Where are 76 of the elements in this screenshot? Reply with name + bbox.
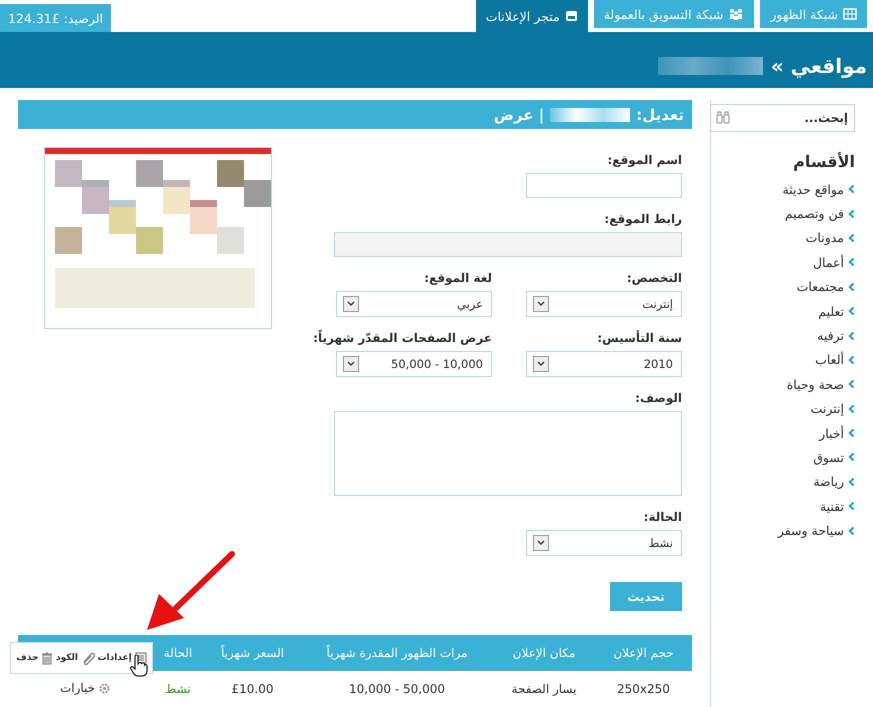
categories-heading: الأقسام — [793, 152, 855, 171]
category-link[interactable]: مواقع حديثة — [782, 182, 844, 197]
caret-icon — [343, 296, 359, 312]
category-link[interactable]: ترفيه — [817, 328, 844, 344]
chevron-icon — [848, 282, 855, 292]
chevron-icon — [848, 452, 855, 462]
caret-icon — [343, 356, 359, 372]
store-icon — [564, 10, 578, 22]
chevron-icon — [848, 404, 855, 414]
paperclip-icon — [80, 651, 95, 665]
category-link[interactable]: رياضة — [813, 474, 844, 490]
dropdown[interactable]: 50,000 - 10,000 — [336, 351, 492, 377]
category-link[interactable]: تعليم — [818, 304, 844, 319]
dropdown[interactable]: عربي — [336, 291, 492, 317]
category-link[interactable]: صحة وحياة — [786, 376, 844, 392]
field-label: رابط الموقع: — [604, 212, 682, 226]
column-header: مرات الظهور المقدرة شهرياً — [301, 635, 493, 671]
trash-icon — [41, 652, 54, 664]
field-label: الحالة: — [644, 510, 682, 524]
column-header: الحالة — [152, 635, 204, 671]
description-field[interactable] — [334, 411, 682, 496]
category-link[interactable]: تسوق — [813, 450, 844, 465]
chevron-icon — [848, 306, 855, 316]
table-cell: 10,000 - 50,000 — [301, 671, 493, 707]
caret-icon — [533, 356, 549, 372]
field-label: الوصف: — [635, 391, 682, 405]
category-link[interactable]: ألعاب — [815, 352, 844, 368]
chevron-icon — [848, 354, 855, 365]
chevron-icon — [848, 501, 855, 512]
caret-icon — [533, 296, 549, 312]
chevron-icon — [848, 208, 855, 219]
category-link[interactable]: إنترنت — [810, 401, 844, 416]
table-cell: £10.00 — [204, 671, 301, 707]
dropdown[interactable]: نشط — [526, 530, 682, 556]
field-label: عرض الصفحات المقدّر شهرياً: — [313, 331, 492, 345]
chevron-icon — [848, 379, 855, 390]
menu-item[interactable]: الكود — [56, 651, 95, 665]
edit-title: تعديل: — [636, 106, 684, 124]
menu-item[interactable]: حذف — [16, 652, 54, 664]
table-cell: 250x250 — [595, 671, 692, 707]
table-cell: يسار الصفحة — [493, 671, 595, 707]
category-link[interactable]: تقنية — [820, 498, 844, 514]
chevron-icon — [848, 526, 855, 536]
category-link[interactable]: أعمال — [812, 254, 844, 270]
column-header: مكان الإعلان — [493, 635, 595, 671]
input-field[interactable] — [526, 173, 682, 198]
balance-label: الرصيد: £124.31 — [0, 4, 112, 32]
dropdown[interactable]: 2010 — [526, 351, 682, 377]
category-link[interactable]: مجتمعات — [796, 279, 844, 294]
field-label: سنة التأسيس: — [597, 331, 682, 345]
binoculars-icon — [716, 111, 730, 124]
chevron-icon — [848, 257, 855, 268]
chevron-icon — [848, 330, 855, 341]
grid-icon — [843, 8, 857, 20]
gear-icon — [99, 682, 110, 694]
page-title: مواقعي » — [770, 54, 867, 78]
field-label: لغة الموقع: — [424, 271, 492, 285]
category-link[interactable]: فن وتصميم — [784, 206, 844, 222]
category-link[interactable]: مدونات — [806, 230, 844, 246]
chevron-icon — [848, 184, 855, 194]
people-icon — [728, 8, 744, 20]
caret-icon — [533, 535, 549, 551]
column-header: حجم الإعلان — [595, 635, 692, 671]
category-link[interactable]: سياحة وسفر — [778, 523, 844, 538]
table-cell: نشط — [152, 671, 204, 707]
nav-tab[interactable]: متجر الإعلانات — [476, 0, 588, 32]
chevron-icon — [848, 232, 855, 243]
options-link[interactable]: خيارات — [60, 681, 110, 696]
search-field[interactable]: إبحث... — [710, 104, 855, 132]
dropdown[interactable]: إنترنت — [526, 291, 682, 317]
chevron-icon — [848, 428, 855, 438]
category-link[interactable]: أخبار — [819, 426, 844, 441]
field-label: التخصص: — [626, 271, 682, 285]
chevron-icon — [848, 476, 855, 487]
column-header: السعر شهرياً — [204, 635, 301, 671]
field-label: اسم الموقع: — [607, 153, 682, 167]
